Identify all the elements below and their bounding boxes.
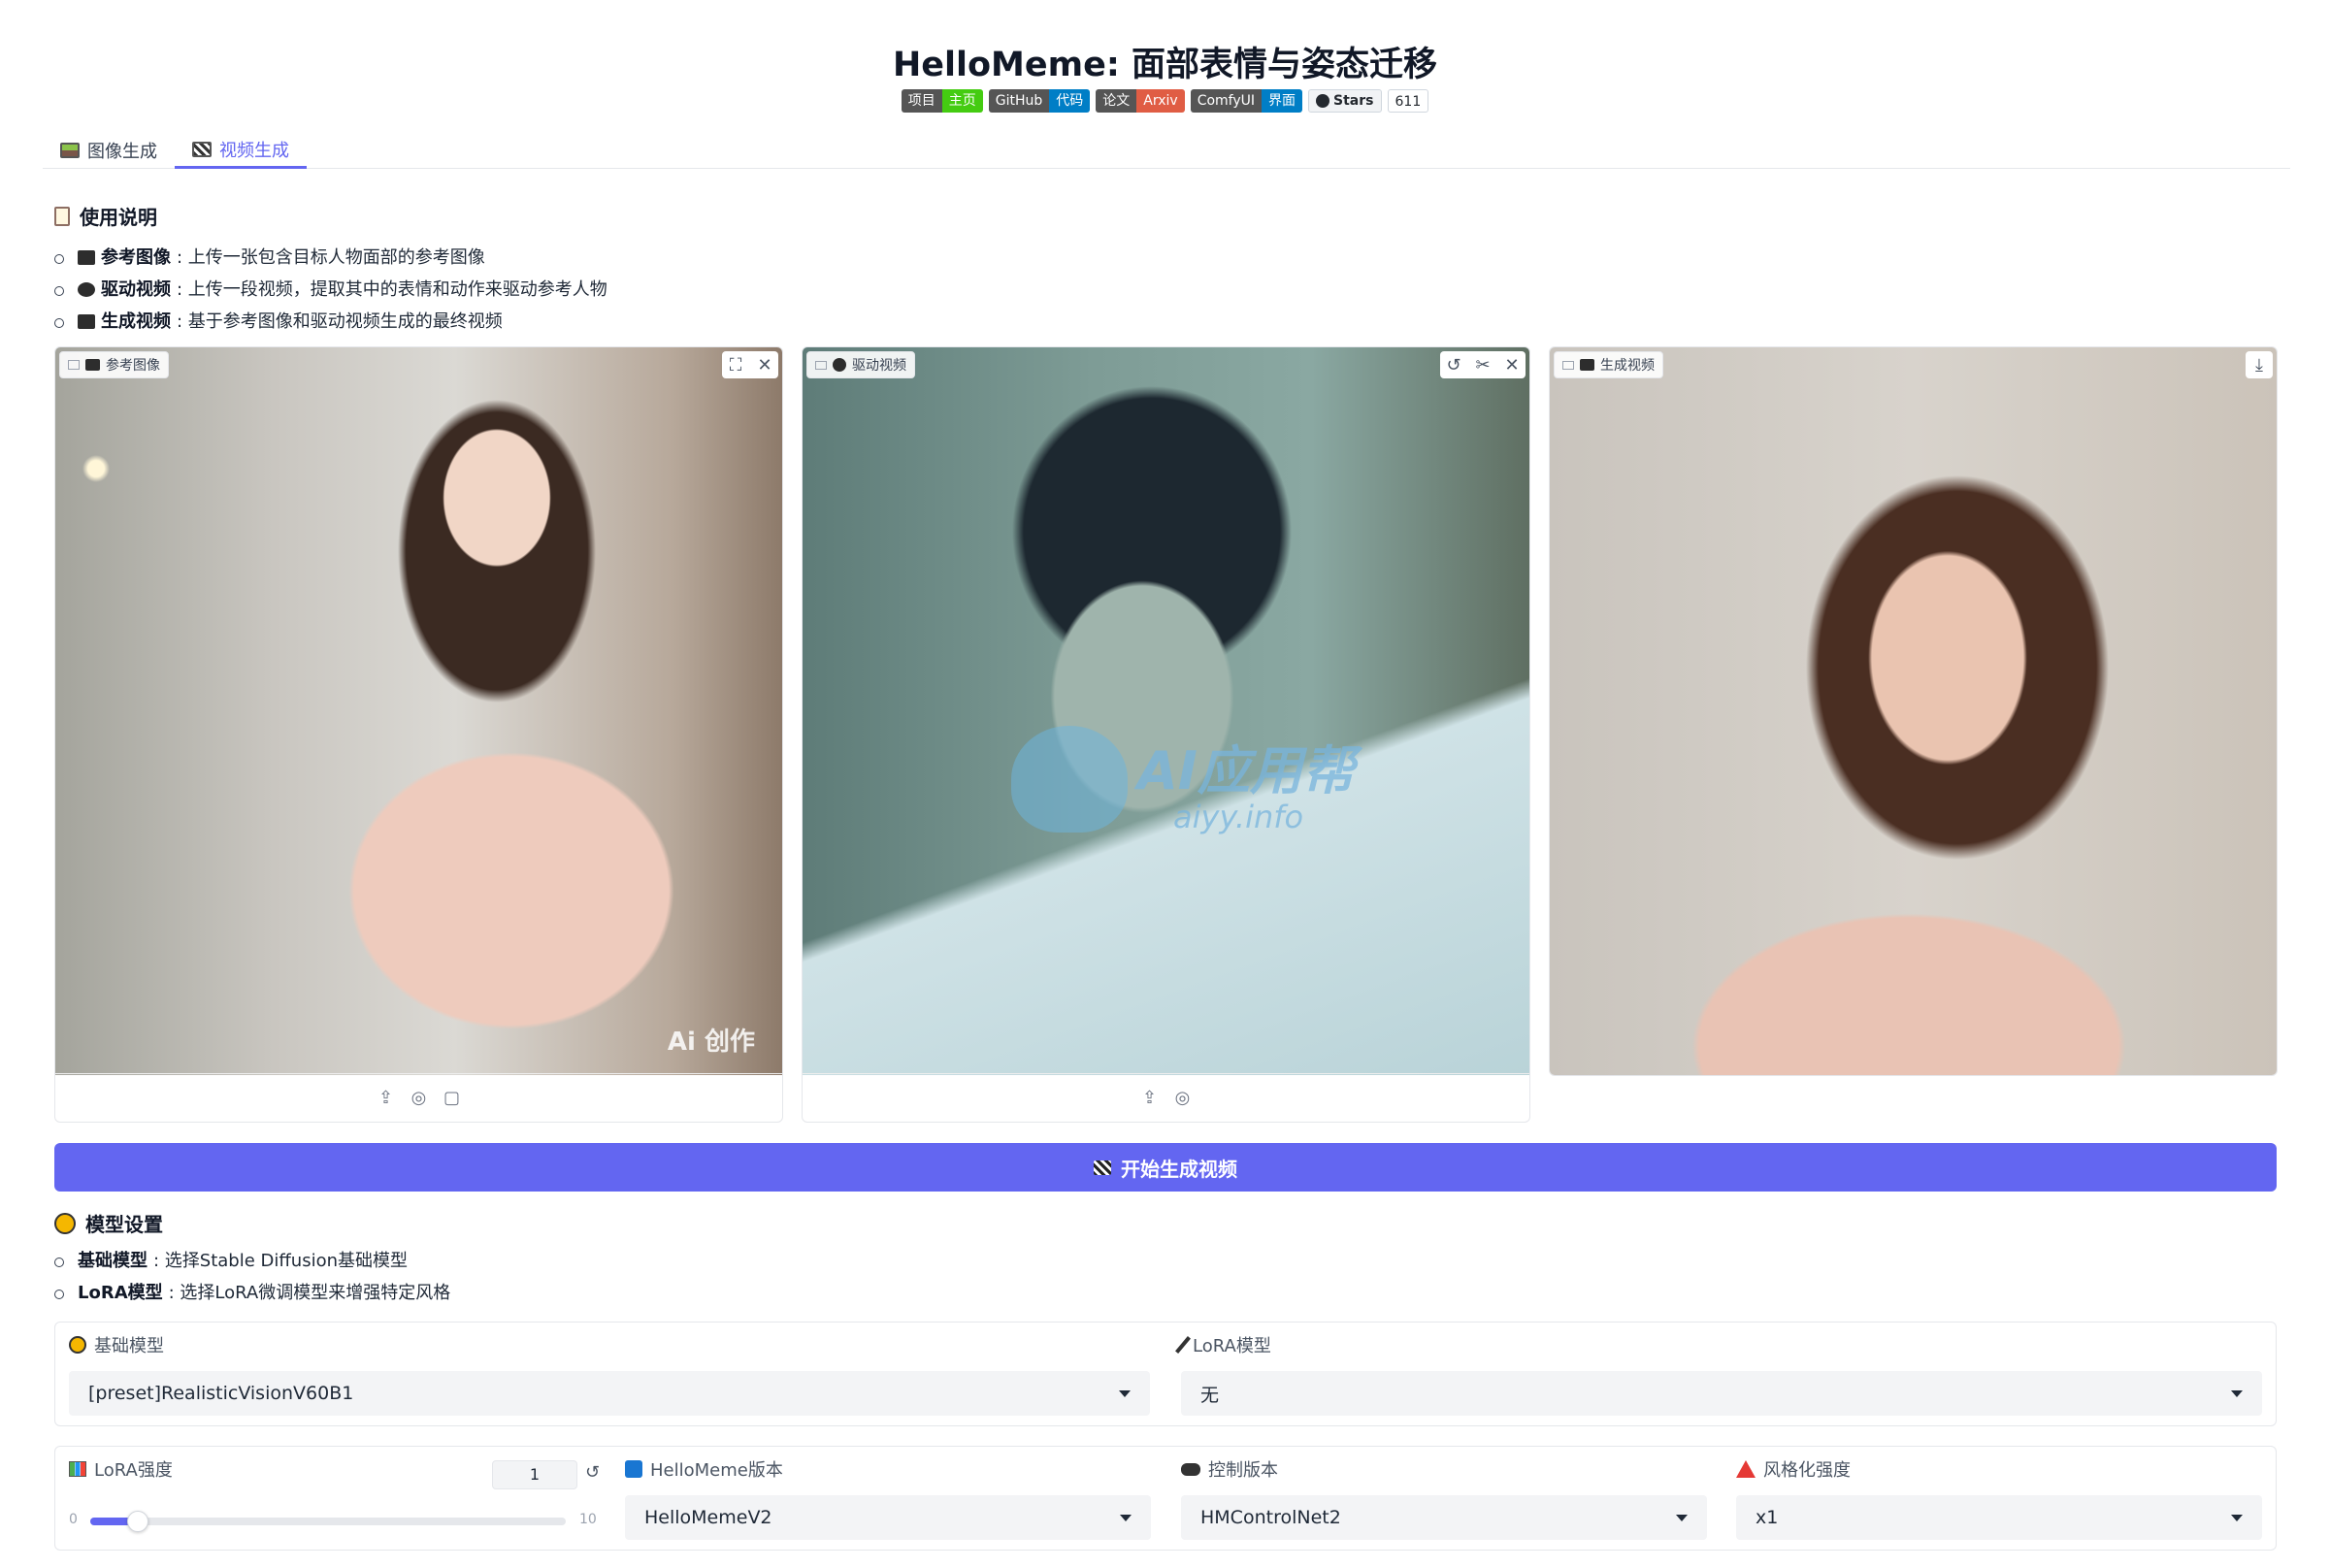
style-strength-field: 风格化强度 x1 [1736,1456,2262,1540]
reference-image-label: 参考图像 [59,351,169,378]
webcam-icon[interactable]: ◎ [410,1088,429,1108]
reference-actions: ⇪ ◎ ▢ [55,1073,782,1122]
webcam-icon[interactable]: ◎ [1173,1088,1193,1108]
video-icon [815,360,827,370]
list-item: 参考图像: 上传一张包含目标人物面部的参考图像 [54,242,607,274]
picture-icon [60,143,80,158]
driving-video[interactable]: AI应用帮 aiyy.info [803,347,1529,1075]
lora-model-field: LoRA模型 无 [1175,1332,2262,1416]
list-item: 驱动视频: 上传一段视频，提取其中的表情和动作来驱动参考人物 [54,274,607,306]
bar-chart-icon [69,1461,86,1477]
scissors-icon[interactable]: ✂ [1469,351,1496,378]
clapper-icon [78,314,95,329]
lora-strength-input[interactable]: 1 [492,1460,577,1489]
cycle-icon [625,1460,642,1478]
fullscreen-icon[interactable]: ⛶ [722,351,749,378]
model-settings-title: 模型设置 [54,1209,450,1237]
chevron-down-icon [1119,1389,1131,1397]
lora-model-dropdown[interactable]: 无 [1181,1371,2262,1416]
reference-image[interactable]: Ai 创作 [55,347,782,1075]
hellomeme-version-dropdown[interactable]: HelloMemeV2 [625,1495,1151,1540]
version-select-row: LoRA强度 1 ↺ 0 10 HelloMeme版本 HelloMemeV2 … [54,1446,2277,1551]
lora-strength-field: LoRA强度 1 ↺ 0 10 [69,1456,612,1544]
instructions-section: 使用说明 参考图像: 上传一张包含目标人物面部的参考图像 驱动视频: 上传一段视… [54,202,607,338]
watermark-title: AI应用帮 [1137,740,1355,801]
tab-video-generation[interactable]: 视频生成 [175,132,307,169]
model-settings-list: 基础模型: 选择Stable Diffusion基础模型 LoRA模型: 选择L… [54,1245,450,1309]
palette-icon [54,1212,76,1234]
style-strength-dropdown[interactable]: x1 [1736,1495,2262,1540]
slider-max: 10 [579,1512,597,1527]
clapper-icon [1094,1160,1111,1175]
page-title: HelloMeme: 面部表情与姿态迁移 [892,46,1438,84]
reference-watermark: Ai 创作 [667,1028,755,1057]
badge-row: 项目 主页 GitHub 代码 论文 Arxiv ComfyUI 界面 Stars 61… [0,89,2330,113]
watermark-logo [1011,726,1128,833]
list-item: 基础模型: 选择Stable Diffusion基础模型 [54,1245,450,1277]
chevron-down-icon [2231,1389,2243,1397]
circus-tent-icon [1736,1460,1756,1478]
instructions-title: 使用说明 [54,202,607,230]
chevron-down-icon [1120,1514,1132,1521]
clipboard-icon [54,206,70,226]
gamepad-icon [1181,1462,1200,1476]
camera-icon [78,250,95,265]
list-item: LoRA模型: 选择LoRA微调模型来增强特定风格 [54,1277,450,1309]
model-settings-section: 模型设置 基础模型: 选择Stable Diffusion基础模型 LoRA模型… [54,1209,450,1309]
paper-arxiv-badge[interactable]: 论文 Arxiv [1096,89,1185,113]
clapper-icon [192,141,212,157]
watermark-url: aiyy.info [1173,799,1304,835]
driving-video-panel: 驱动视频 ↺ ✂ ✕ AI应用帮 aiyy.info ⇪ ◎ [802,346,1530,1123]
driving-video-label: 驱动视频 [806,351,915,378]
film-icon [78,282,95,297]
film-icon [833,358,846,372]
slider-thumb[interactable] [127,1511,148,1532]
list-item: 生成视频: 基于参考图像和驱动视频生成的最终视频 [54,306,607,338]
brush-icon [1175,1336,1191,1354]
hellomeme-version-field: HelloMeme版本 HelloMemeV2 [625,1456,1151,1540]
chevron-down-icon [1676,1514,1688,1521]
driving-actions: ⇪ ◎ [803,1073,1529,1122]
close-icon[interactable]: ✕ [751,351,778,378]
project-home-badge[interactable]: 项目 主页 [901,89,983,113]
stars-count: 611 [1387,89,1429,113]
tab-image-generation[interactable]: 图像生成 [43,132,175,169]
slider-min: 0 [69,1512,78,1527]
model-select-row: 基础模型 [preset]RealisticVisionV60B1 LoRA模型… [54,1322,2277,1426]
instructions-list: 参考图像: 上传一张包含目标人物面部的参考图像 驱动视频: 上传一段视频，提取其… [54,242,607,338]
control-version-dropdown[interactable]: HMControlNet2 [1181,1495,1707,1540]
reset-icon[interactable]: ↺ [585,1462,600,1483]
palette-icon [69,1336,86,1354]
start-generation-button[interactable]: 开始生成视频 [54,1143,2277,1192]
close-icon[interactable]: ✕ [1498,351,1526,378]
comfyui-badge[interactable]: ComfyUI 界面 [1190,89,1303,113]
clipboard-icon[interactable]: ▢ [443,1088,462,1108]
download-icon[interactable]: ⤓ [2246,351,2273,378]
github-icon [1316,94,1330,108]
image-icon [68,360,80,370]
lora-strength-slider[interactable] [90,1518,566,1525]
generated-video-panel: 生成视频 ⤓ [1549,346,2278,1076]
camera-icon [85,359,100,371]
generated-tools: ⤓ [2246,351,2273,378]
upload-icon[interactable]: ⇪ [377,1088,396,1108]
upload-icon[interactable]: ⇪ [1140,1088,1160,1108]
video-icon [1562,360,1574,370]
base-model-field: 基础模型 [preset]RealisticVisionV60B1 [69,1332,1150,1416]
base-model-dropdown[interactable]: [preset]RealisticVisionV60B1 [69,1371,1150,1416]
control-version-field: 控制版本 HMControlNet2 [1181,1456,1707,1540]
reference-tools: ⛶ ✕ [722,351,778,378]
chevron-down-icon [2231,1514,2243,1521]
clapper-icon [1580,359,1594,371]
generated-video[interactable] [1550,347,2277,1075]
undo-icon[interactable]: ↺ [1440,351,1467,378]
reference-image-panel: 参考图像 ⛶ ✕ Ai 创作 ⇪ ◎ ▢ [54,346,783,1123]
tab-bar: 图像生成 视频生成 [43,132,2290,169]
generated-video-label: 生成视频 [1554,351,1663,378]
github-stars-badge[interactable]: Stars [1308,89,1382,113]
github-code-badge[interactable]: GitHub 代码 [988,89,1091,113]
driving-tools: ↺ ✂ ✕ [1440,351,1526,378]
